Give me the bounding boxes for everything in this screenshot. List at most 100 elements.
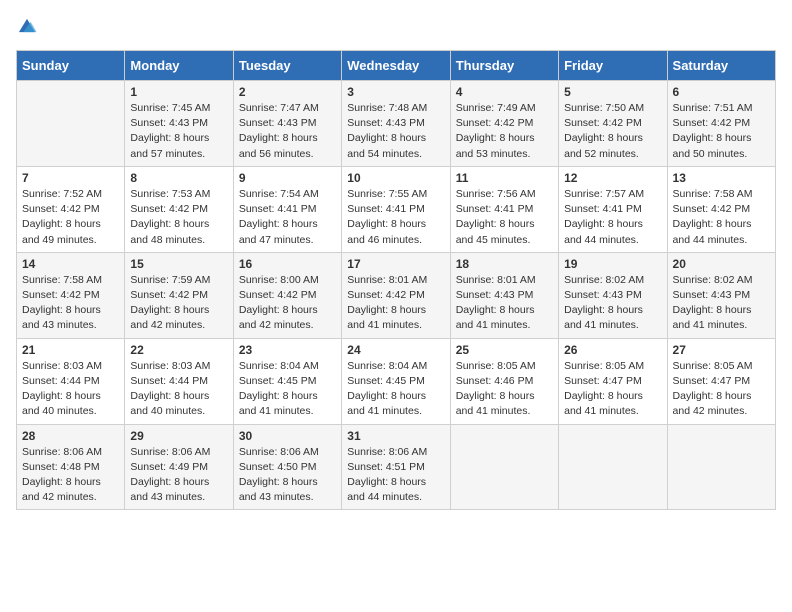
cell-content: Sunrise: 8:04 AM Sunset: 4:45 PM Daylight:… xyxy=(239,359,336,420)
cell-content: Sunrise: 7:49 AMSunset: 4:42 PMDaylight:… xyxy=(456,101,553,162)
day-number: 7 xyxy=(22,171,119,185)
cell-content: Sunrise: 7:59 AMSunset: 4:42 PMDaylight:… xyxy=(130,273,227,334)
cell-content: Sunrise: 8:05 AM Sunset: 4:47 PM Daylight:… xyxy=(673,359,770,420)
daylight-text: Daylight: 8 hours and 41 minutes. xyxy=(239,390,318,417)
daylight-text: Daylight: 8 hours and 41 minutes. xyxy=(456,390,535,417)
sunrise-text: Sunrise: 8:06 AM xyxy=(22,446,102,458)
daylight-text: Daylight: 8 hours and 42 minutes. xyxy=(673,390,752,417)
sunset-text: Sunset: 4:43 PM xyxy=(130,117,208,129)
day-number: 12 xyxy=(564,171,661,185)
sunrise-text: Sunrise: 7:57 AM xyxy=(564,188,644,200)
cell-content: Sunrise: 8:06 AM Sunset: 4:49 PM Daylight:… xyxy=(130,445,227,506)
day-number: 30 xyxy=(239,429,336,443)
calendar-cell: 15Sunrise: 7:59 AMSunset: 4:42 PMDayligh… xyxy=(125,252,233,338)
sunset-text: Sunset: 4:48 PM xyxy=(22,461,100,473)
daylight-text: Daylight: 8 hours and 40 minutes. xyxy=(130,390,209,417)
calendar-cell: 31Sunrise: 8:06 AMSunset: 4:51 PMDayligh… xyxy=(342,424,450,510)
day-number: 11 xyxy=(456,171,553,185)
cell-content: Sunrise: 7:53 AMSunset: 4:42 PMDaylight:… xyxy=(130,187,227,248)
calendar-cell: 9Sunrise: 7:54 AMSunset: 4:41 PMDaylight… xyxy=(233,166,341,252)
calendar-cell: 25 Sunrise: 8:05 AMSunset: 4:46 PMDayligh… xyxy=(450,338,558,424)
sunrise-text: Sunrise: 8:01 AM xyxy=(347,274,427,286)
sunset-text: Sunset: 4:47 PM xyxy=(673,375,751,387)
sunset-text: Sunset: 4:49 PM xyxy=(130,461,208,473)
sunset-text: Sunset: 4:43 PM xyxy=(347,117,425,129)
daylight-text: Daylight: 8 hours and 43 minutes. xyxy=(239,476,318,503)
calendar-cell: 16Sunrise: 8:00 AMSunset: 4:42 PMDayligh… xyxy=(233,252,341,338)
sunrise-text: Sunrise: 7:59 AM xyxy=(130,274,210,286)
sunrise-text: Sunrise: 7:54 AM xyxy=(239,188,319,200)
day-number: 13 xyxy=(673,171,770,185)
sunset-text: Sunset: 4:45 PM xyxy=(347,375,425,387)
daylight-text: Daylight: 8 hours and 45 minutes. xyxy=(456,218,535,245)
cell-content: Sunrise: 8:01 AMSunset: 4:43 PMDaylight:… xyxy=(456,273,553,334)
calendar-cell: 20Sunrise: 8:02 AMSunset: 4:43 PMDayligh… xyxy=(667,252,775,338)
daylight-text: Daylight: 8 hours and 42 minutes. xyxy=(239,304,318,331)
day-number: 25 xyxy=(456,343,553,357)
sunrise-text: Sunrise: 8:05 AM xyxy=(564,360,644,372)
cell-content: Sunrise: 7:50 AMSunset: 4:42 PMDaylight:… xyxy=(564,101,661,162)
day-number: 21 xyxy=(22,343,119,357)
calendar-cell: 11 Sunrise: 7:56 AMSunset: 4:41 PMDayligh… xyxy=(450,166,558,252)
day-number: 18 xyxy=(456,257,553,271)
day-number: 29 xyxy=(130,429,227,443)
sunrise-text: Sunrise: 7:47 AM xyxy=(239,102,319,114)
daylight-text: Daylight: 8 hours and 41 minutes. xyxy=(347,390,426,417)
cell-content: Sunrise: 8:06 AMSunset: 4:51 PMDaylight:… xyxy=(347,445,444,506)
calendar-cell: 28Sunrise: 8:06 AMSunset: 4:48 PMDayligh… xyxy=(17,424,125,510)
sunset-text: Sunset: 4:41 PM xyxy=(456,203,534,215)
daylight-text: Daylight: 8 hours and 40 minutes. xyxy=(22,390,101,417)
sunset-text: Sunset: 4:45 PM xyxy=(239,375,317,387)
col-header-thursday: Thursday xyxy=(450,51,558,81)
calendar-cell: 30Sunrise: 8:06 AMSunset: 4:50 PMDayligh… xyxy=(233,424,341,510)
day-number: 5 xyxy=(564,85,661,99)
calendar-cell: 27Sunrise: 8:05 AMSunset: 4:47 PMDayligh… xyxy=(667,338,775,424)
sunset-text: Sunset: 4:46 PM xyxy=(456,375,534,387)
sunset-text: Sunset: 4:42 PM xyxy=(673,203,751,215)
calendar-cell: 18 Sunrise: 8:01 AMSunset: 4:43 PMDayligh… xyxy=(450,252,558,338)
sunrise-text: Sunrise: 8:04 AM xyxy=(347,360,427,372)
cell-content: Sunrise: 8:05 AMSunset: 4:46 PMDaylight:… xyxy=(456,359,553,420)
daylight-text: Daylight: 8 hours and 42 minutes. xyxy=(22,476,101,503)
day-number: 6 xyxy=(673,85,770,99)
cell-content: Sunrise: 7:58 AMSunset: 4:42 PMDaylight:… xyxy=(673,187,770,248)
sunrise-text: Sunrise: 8:00 AM xyxy=(239,274,319,286)
cell-content: Sunrise: 8:02 AMSunset: 4:43 PMDaylight:… xyxy=(564,273,661,334)
sunrise-text: Sunrise: 8:06 AM xyxy=(130,446,210,458)
sunset-text: Sunset: 4:47 PM xyxy=(564,375,642,387)
calendar-cell: 23Sunrise: 8:04 AMSunset: 4:45 PMDayligh… xyxy=(233,338,341,424)
sunrise-text: Sunrise: 7:55 AM xyxy=(347,188,427,200)
sunrise-text: Sunrise: 8:04 AM xyxy=(239,360,319,372)
cell-content: Sunrise: 7:51 AMSunset: 4:42 PMDaylight:… xyxy=(673,101,770,162)
col-header-monday: Monday xyxy=(125,51,233,81)
calendar-cell: 1Sunrise: 7:45 AMSunset: 4:43 PMDaylight… xyxy=(125,81,233,167)
daylight-text: Daylight: 8 hours and 54 minutes. xyxy=(347,132,426,159)
cell-content: Sunrise: 7:52 AMSunset: 4:42 PMDaylight:… xyxy=(22,187,119,248)
calendar-cell: 12Sunrise: 7:57 AMSunset: 4:41 PMDayligh… xyxy=(559,166,667,252)
daylight-text: Daylight: 8 hours and 43 minutes. xyxy=(130,476,209,503)
sunset-text: Sunset: 4:43 PM xyxy=(456,289,534,301)
calendar-cell: 3Sunrise: 7:48 AMSunset: 4:43 PMDaylight… xyxy=(342,81,450,167)
sunrise-text: Sunrise: 7:58 AM xyxy=(673,188,753,200)
page-header xyxy=(16,16,776,38)
sunset-text: Sunset: 4:42 PM xyxy=(456,117,534,129)
cell-content: Sunrise: 8:00 AM Sunset: 4:42 PM Daylight:… xyxy=(239,273,336,334)
cell-content: Sunrise: 7:56 AMSunset: 4:41 PMDaylight:… xyxy=(456,187,553,248)
day-number: 9 xyxy=(239,171,336,185)
sunrise-text: Sunrise: 8:05 AM xyxy=(673,360,753,372)
day-number: 2 xyxy=(239,85,336,99)
sunrise-text: Sunrise: 7:49 AM xyxy=(456,102,536,114)
daylight-text: Daylight: 8 hours and 42 minutes. xyxy=(130,304,209,331)
sunset-text: Sunset: 4:42 PM xyxy=(239,289,317,301)
day-number: 4 xyxy=(456,85,553,99)
cell-content: Sunrise: 7:58 AMSunset: 4:42 PMDaylight:… xyxy=(22,273,119,334)
day-number: 10 xyxy=(347,171,444,185)
calendar-cell: 22Sunrise: 8:03 AMSunset: 4:44 PMDayligh… xyxy=(125,338,233,424)
calendar-cell: 13Sunrise: 7:58 AMSunset: 4:42 PMDayligh… xyxy=(667,166,775,252)
calendar-cell: 5 Sunrise: 7:50 AMSunset: 4:42 PMDaylight… xyxy=(559,81,667,167)
calendar-cell: 19Sunrise: 8:02 AMSunset: 4:43 PMDayligh… xyxy=(559,252,667,338)
sunset-text: Sunset: 4:51 PM xyxy=(347,461,425,473)
sunrise-text: Sunrise: 7:52 AM xyxy=(22,188,102,200)
sunrise-text: Sunrise: 8:02 AM xyxy=(564,274,644,286)
calendar-cell: 17Sunrise: 8:01 AMSunset: 4:42 PMDayligh… xyxy=(342,252,450,338)
